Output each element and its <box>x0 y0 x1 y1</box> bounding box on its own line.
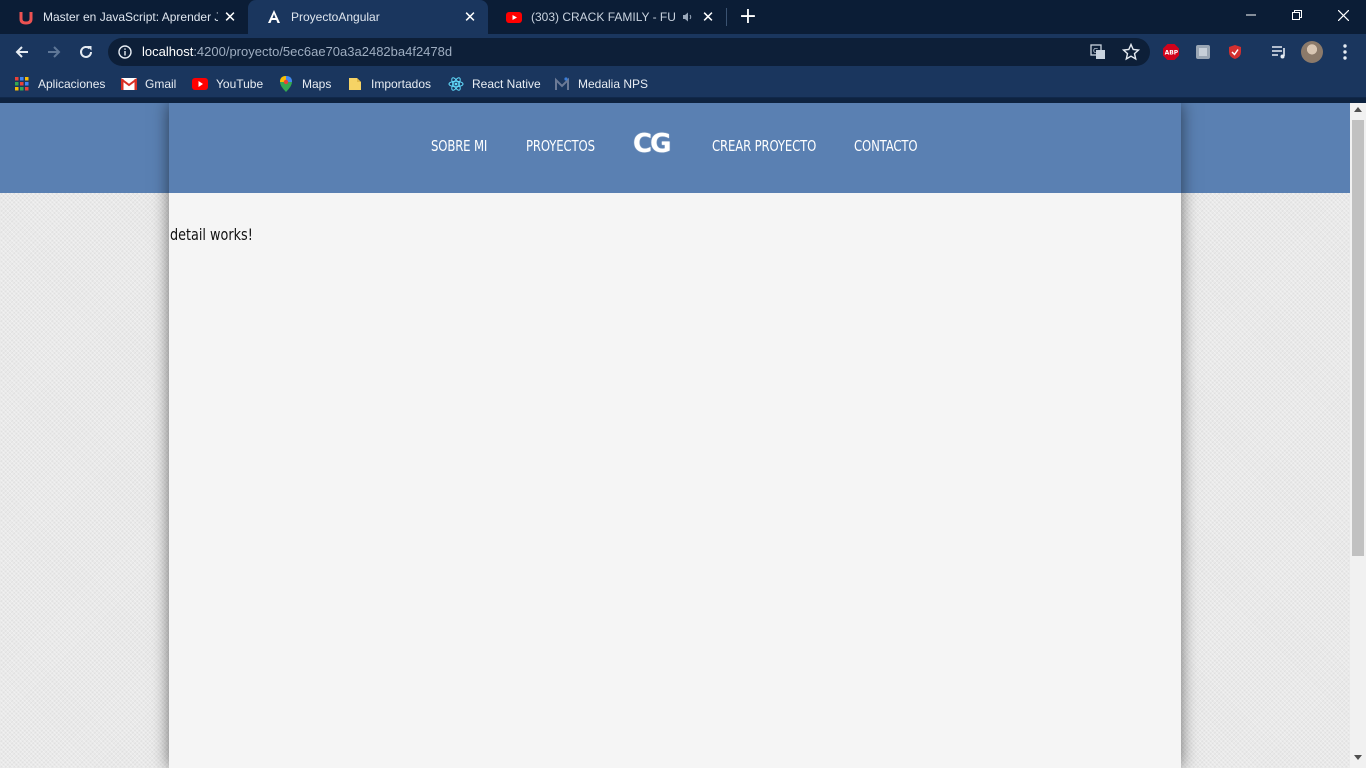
new-tab-button[interactable]: + <box>738 6 758 28</box>
tab-separator <box>726 8 727 26</box>
youtube-icon <box>506 9 522 25</box>
nav-proyectos[interactable]: PROYECTOS <box>526 137 595 155</box>
bookmarks-bar: Aplicaciones Gmail YouTube Maps Importad… <box>0 70 1366 98</box>
bookmark-youtube[interactable]: YouTube <box>192 75 263 93</box>
shield-icon[interactable] <box>1226 43 1244 61</box>
arrow-left-icon <box>15 46 28 58</box>
reload-icon <box>80 45 92 58</box>
scroll-thumb[interactable] <box>1352 120 1364 556</box>
bookmark-maps[interactable]: Maps <box>278 75 331 93</box>
forward-button[interactable] <box>40 38 68 66</box>
page-container: SOBRE MI PROYECTOS CG CREAR PROYECTO CON… <box>169 103 1181 768</box>
url-text[interactable]: localhost:4200/proyecto/5ec6ae70a3a2482b… <box>142 44 452 59</box>
tab-strip: Master en JavaScript: Aprender JS ✕ Proy… <box>0 0 1366 34</box>
bookmark-label: Gmail <box>145 77 177 91</box>
minimize-button[interactable] <box>1228 0 1274 30</box>
bookmark-label: React Native <box>472 77 541 91</box>
youtube-icon <box>192 76 208 92</box>
udemy-icon <box>18 9 34 25</box>
svg-text:G: G <box>1093 47 1098 55</box>
bookmark-label: Importados <box>371 77 432 91</box>
bookmark-react-native[interactable]: React Native <box>448 75 541 93</box>
vertical-scrollbar[interactable] <box>1350 103 1366 768</box>
nav-crear-proyecto[interactable]: CREAR PROYECTO <box>712 137 816 155</box>
restore-button[interactable] <box>1274 0 1320 30</box>
tab-crack-family[interactable]: (303) CRACK FAMILY - FUEGO ✕ <box>488 0 726 34</box>
close-window-button[interactable] <box>1320 0 1366 30</box>
tab-master-javascript[interactable]: Master en JavaScript: Aprender JS ✕ <box>0 0 248 34</box>
medallia-icon <box>554 76 570 92</box>
reload-button[interactable] <box>72 38 100 66</box>
address-bar[interactable]: localhost:4200/proyecto/5ec6ae70a3a2482b… <box>108 38 1150 66</box>
profile-avatar[interactable] <box>1301 41 1323 63</box>
info-icon[interactable] <box>118 45 132 59</box>
site-logo[interactable]: CG <box>633 129 671 159</box>
angular-icon <box>266 9 282 25</box>
close-icon[interactable]: ✕ <box>700 9 716 26</box>
bookmark-label: Medalia NPS <box>578 77 649 91</box>
gmail-icon <box>121 76 137 92</box>
bookmark-importados[interactable]: Importados <box>347 75 431 93</box>
media-control-icon[interactable] <box>1270 43 1288 61</box>
bookmark-medalia-nps[interactable]: Medalia NPS <box>554 75 648 93</box>
maps-pin-icon <box>278 76 294 92</box>
bookmark-label: Maps <box>302 77 332 91</box>
browser-toolbar: localhost:4200/proyecto/5ec6ae70a3a2482b… <box>0 34 1366 70</box>
scroll-up-arrow[interactable] <box>1354 107 1362 112</box>
react-icon <box>448 76 464 92</box>
bookmark-label: YouTube <box>216 77 264 91</box>
tab-title: (303) CRACK FAMILY - FUEGO <box>531 10 676 24</box>
kebab-menu-icon[interactable] <box>1336 43 1354 61</box>
star-icon[interactable] <box>1122 43 1140 61</box>
scroll-down-arrow[interactable] <box>1354 755 1362 760</box>
back-button[interactable] <box>8 38 36 66</box>
nav-sobre-mi[interactable]: SOBRE MI <box>431 137 487 155</box>
speaker-icon[interactable] <box>680 9 696 25</box>
extension-icon[interactable] <box>1194 43 1212 61</box>
tab-title: ProyectoAngular <box>291 10 380 24</box>
apps-grid-icon <box>14 76 30 92</box>
page-viewport: SOBRE MI PROYECTOS CG CREAR PROYECTO CON… <box>0 103 1350 768</box>
bookmark-gmail[interactable]: Gmail <box>121 75 176 93</box>
adblock-plus-icon[interactable]: ABP <box>1162 43 1180 61</box>
close-icon[interactable]: ✕ <box>462 9 478 26</box>
folder-icon <box>347 76 363 92</box>
arrow-right-icon <box>48 46 61 58</box>
site-header: SOBRE MI PROYECTOS CG CREAR PROYECTO CON… <box>169 103 1181 193</box>
close-icon[interactable]: ✕ <box>222 9 238 26</box>
bookmark-label: Aplicaciones <box>38 77 106 91</box>
bookmark-aplicaciones[interactable]: Aplicaciones <box>14 75 105 93</box>
tab-proyecto-angular[interactable]: ProyectoAngular ✕ <box>248 0 488 34</box>
nav-contacto[interactable]: CONTACTO <box>854 137 918 155</box>
translate-icon[interactable]: G <box>1090 44 1106 60</box>
svg-text:ABP: ABP <box>1165 50 1179 57</box>
tab-title: Master en JavaScript: Aprender JS <box>43 10 218 24</box>
detail-text: detail works! <box>170 225 253 244</box>
